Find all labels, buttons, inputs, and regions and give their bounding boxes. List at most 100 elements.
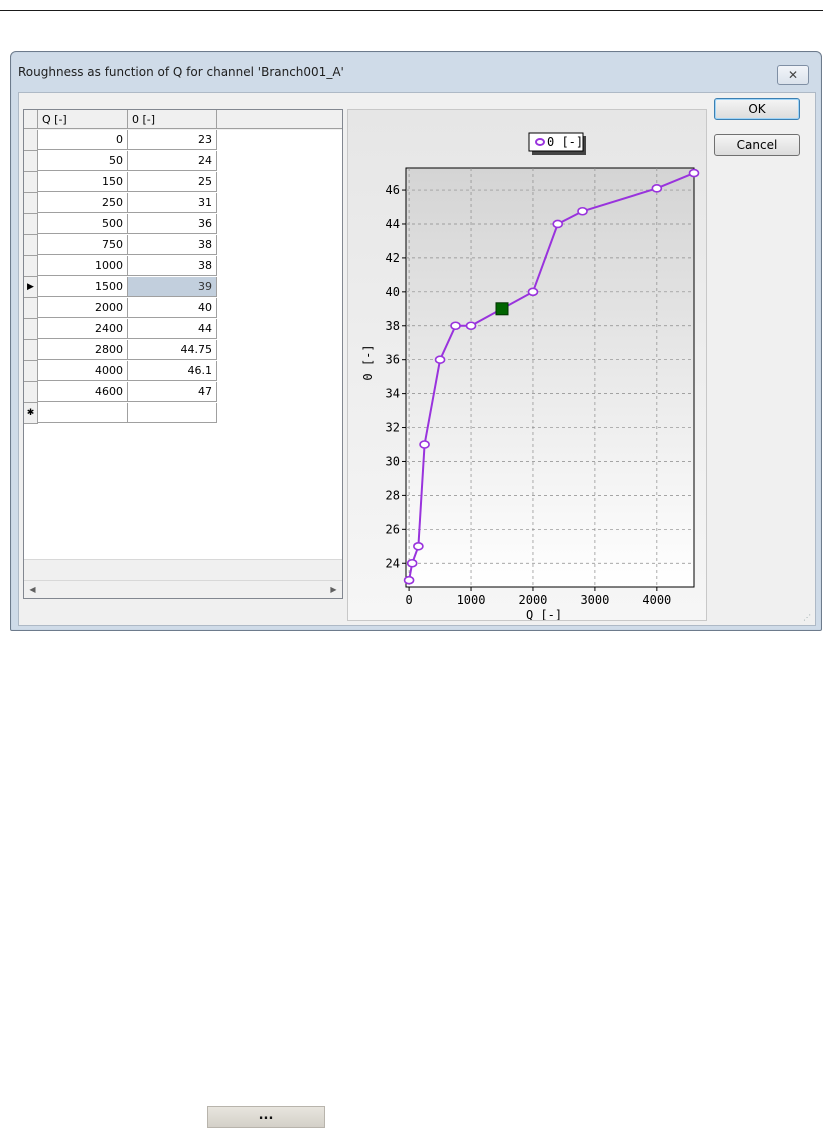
resize-grip-icon[interactable]: ⋰ [803, 613, 813, 623]
cell-value[interactable]: 44 [128, 319, 217, 339]
row-header[interactable] [24, 235, 38, 256]
x-tick-label: 1000 [457, 593, 486, 607]
data-point [403, 575, 415, 585]
cell-value[interactable]: 44.75 [128, 340, 217, 360]
y-tick-label: 30 [386, 454, 400, 468]
cell-q[interactable]: 2000 [38, 298, 128, 318]
data-point [577, 206, 588, 216]
cell-q[interactable]: 750 [38, 235, 128, 255]
table-row[interactable]: 4600 47 [24, 382, 342, 403]
x-tick-label: 0 [405, 593, 412, 607]
data-point [651, 184, 663, 193]
cell-q[interactable]: 50 [38, 151, 128, 171]
cell-q[interactable]: 1500 [38, 277, 128, 297]
cell-value[interactable]: 39 [128, 277, 217, 297]
cell-q[interactable]: 2400 [38, 319, 128, 339]
row-header[interactable] [24, 256, 38, 277]
cell-q[interactable]: 250 [38, 193, 128, 213]
cancel-button[interactable]: Cancel [714, 134, 800, 156]
ellipsis-button[interactable]: ... [207, 1106, 325, 1128]
row-header[interactable] [24, 130, 38, 151]
table-row[interactable]: 250 31 [24, 193, 342, 214]
row-header[interactable] [24, 340, 38, 361]
cell-value[interactable]: 31 [128, 193, 217, 213]
dialog-client-area: Q [-] 0 [-] 0 23 50 24 150 25 250 31 500 36 750 38 1… [18, 92, 816, 626]
row-header[interactable] [24, 172, 38, 193]
cell-value[interactable] [128, 403, 217, 423]
y-tick-label: 28 [386, 488, 400, 502]
table-row[interactable]: 1000 38 [24, 256, 342, 277]
table-row[interactable]: 2000 40 [24, 298, 342, 319]
y-tick-label: 26 [386, 522, 400, 536]
cell-q[interactable]: 1000 [38, 256, 128, 276]
ok-button[interactable]: OK [714, 98, 800, 120]
data-point [406, 558, 418, 568]
row-header[interactable] [24, 361, 38, 382]
row-header[interactable] [24, 298, 38, 319]
column-header-q[interactable]: Q [-] [38, 110, 128, 129]
legend-label: 0 [-] [547, 135, 583, 149]
cell-value[interactable]: 23 [128, 130, 217, 150]
window-title: Roughness as function of Q for channel '… [18, 65, 344, 79]
roughness-chart[interactable]: 24 26 28 30 32 34 36 38 40 42 44 46 0 1000 2000 3000 400… [348, 110, 706, 622]
close-button[interactable]: ✕ [777, 65, 809, 85]
data-point [527, 287, 539, 297]
row-header[interactable] [24, 319, 38, 340]
cell-q[interactable] [38, 403, 128, 423]
grid-rows: 0 23 50 24 150 25 250 31 500 36 750 38 1000 38 ▶ 1500 39… [24, 130, 342, 424]
row-header[interactable]: ✱ [24, 403, 38, 424]
table-row[interactable]: 4000 46.1 [24, 361, 342, 382]
grid-header: Q [-] 0 [-] [24, 110, 342, 130]
table-row[interactable]: 0 23 [24, 130, 342, 151]
y-tick-label: 34 [386, 387, 400, 401]
table-row[interactable]: ▶ 1500 39 [24, 277, 342, 298]
y-axis-title: 0 [-] [361, 344, 375, 380]
page-top-rule [0, 10, 823, 11]
cell-q[interactable]: 150 [38, 172, 128, 192]
grid-corner-cell[interactable] [24, 110, 38, 129]
close-icon: ✕ [787, 68, 799, 82]
cell-value[interactable]: 38 [128, 256, 217, 276]
new-table-row[interactable]: ✱ [24, 403, 342, 424]
row-header[interactable] [24, 214, 38, 235]
selected-data-point [495, 302, 509, 316]
y-tick-label: 32 [386, 421, 400, 435]
data-grid: Q [-] 0 [-] 0 23 50 24 150 25 250 31 500 36 750 38 1… [23, 109, 343, 599]
row-header[interactable] [24, 151, 38, 172]
cell-value[interactable]: 47 [128, 382, 217, 402]
y-tick-label: 24 [386, 556, 400, 570]
cell-q[interactable]: 4000 [38, 361, 128, 381]
y-tick-label: 46 [386, 183, 400, 197]
table-row[interactable]: 150 25 [24, 172, 342, 193]
y-tick-label: 38 [386, 319, 400, 333]
table-row[interactable]: 2400 44 [24, 319, 342, 340]
column-header-value[interactable]: 0 [-] [128, 110, 217, 129]
cell-q[interactable]: 500 [38, 214, 128, 234]
cell-q[interactable]: 2800 [38, 340, 128, 360]
row-header[interactable] [24, 382, 38, 403]
x-axis-title: Q [-] [526, 608, 562, 620]
y-tick-label: 42 [386, 251, 400, 265]
data-point [413, 541, 424, 551]
title-bar[interactable]: Roughness as function of Q for channel '… [11, 52, 821, 92]
scroll-left-icon[interactable]: ◀ [24, 581, 41, 598]
scroll-right-icon[interactable]: ▶ [325, 581, 342, 598]
data-point [450, 321, 461, 331]
table-row[interactable]: 2800 44.75 [24, 340, 342, 361]
x-tick-label: 3000 [580, 593, 609, 607]
row-header[interactable] [24, 193, 38, 214]
data-point [434, 355, 446, 364]
cell-value[interactable]: 24 [128, 151, 217, 171]
cell-q[interactable]: 0 [38, 130, 128, 150]
table-row[interactable]: 750 38 [24, 235, 342, 256]
cell-value[interactable]: 25 [128, 172, 217, 192]
row-header[interactable]: ▶ [24, 277, 38, 298]
cell-value[interactable]: 46.1 [128, 361, 217, 381]
horizontal-scrollbar[interactable]: ◀ ▶ [24, 580, 342, 598]
cell-value[interactable]: 36 [128, 214, 217, 234]
cell-q[interactable]: 4600 [38, 382, 128, 402]
cell-value[interactable]: 38 [128, 235, 217, 255]
table-row[interactable]: 500 36 [24, 214, 342, 235]
table-row[interactable]: 50 24 [24, 151, 342, 172]
cell-value[interactable]: 40 [128, 298, 217, 318]
